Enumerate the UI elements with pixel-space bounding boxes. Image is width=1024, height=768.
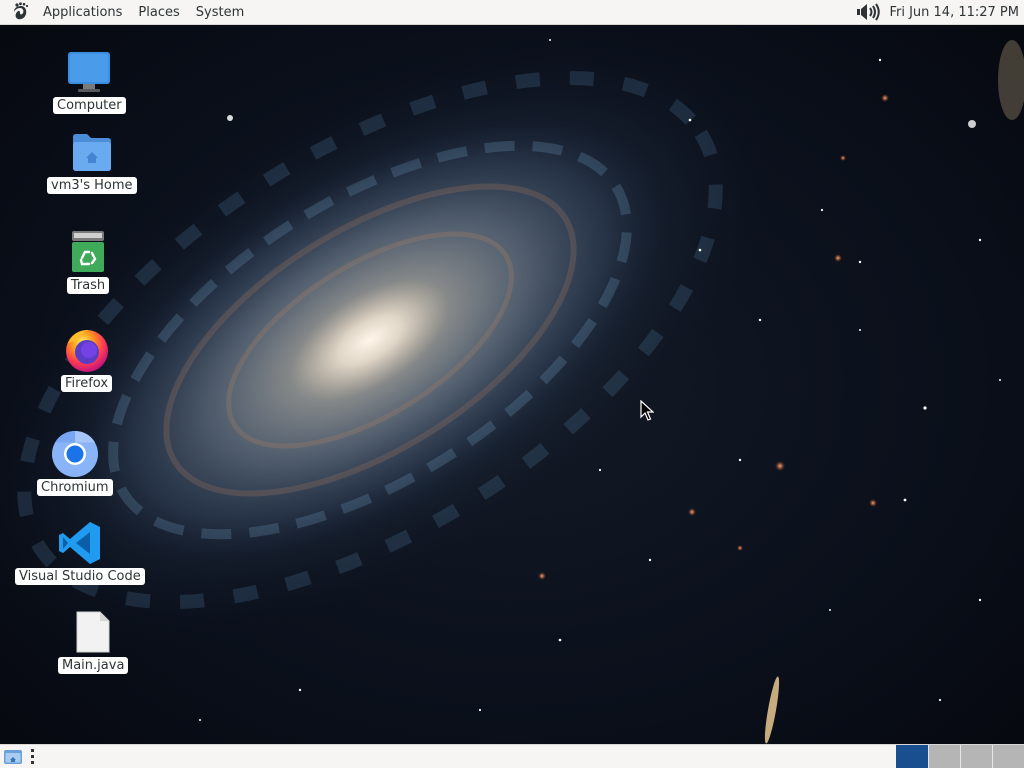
system-menu[interactable]: System (188, 0, 252, 25)
workspace-4[interactable] (992, 745, 1024, 768)
firefox-icon (63, 326, 111, 374)
computer-monitor-icon (65, 48, 113, 96)
applications-menu[interactable]: Applications (35, 0, 130, 25)
desktop-icon-label: Chromium (37, 479, 113, 496)
desktop-icon-label: Computer (53, 97, 126, 114)
chromium-icon (51, 430, 99, 478)
vscode-icon (56, 519, 104, 567)
desktop-icon-label: Visual Studio Code (15, 568, 145, 585)
workspace-switcher (896, 745, 1024, 768)
desktop-icon-label: Firefox (61, 375, 113, 392)
workspace-1[interactable] (896, 745, 928, 768)
desktop-icon-trash[interactable]: Trash (64, 228, 112, 294)
desktop-icon-firefox[interactable]: Firefox (61, 326, 113, 392)
bottom-panel (0, 744, 1024, 768)
desktop[interactable]: Applications Places System Fri Jun 14, 1… (0, 0, 1024, 768)
desktop-icon-computer[interactable]: Computer (53, 48, 126, 114)
panel-drag-handle[interactable] (29, 748, 35, 766)
workspace-3[interactable] (960, 745, 992, 768)
panel-status-area: Fri Jun 14, 11:27 PM (855, 0, 1024, 25)
desktop-icon-label: Trash (66, 277, 110, 294)
trash-bin-icon (64, 228, 112, 276)
desktop-icon-chromium[interactable]: Chromium (37, 430, 113, 496)
speaker-volume-icon[interactable] (855, 1, 885, 23)
panel-clock[interactable]: Fri Jun 14, 11:27 PM (889, 0, 1024, 25)
desktop-icon-home[interactable]: vm3's Home (47, 128, 137, 194)
workspace-2[interactable] (928, 745, 960, 768)
desktop-icon-label: vm3's Home (47, 177, 137, 194)
places-menu[interactable]: Places (130, 0, 187, 25)
desktop-icon-main-java[interactable]: Main.java (58, 608, 129, 674)
desktop-icon-label: Main.java (58, 657, 129, 674)
show-desktop-icon[interactable] (2, 746, 24, 768)
desktop-icon-vscode[interactable]: Visual Studio Code (15, 519, 145, 585)
desktop-wallpaper (0, 0, 1024, 768)
mouse-pointer-icon (640, 400, 654, 421)
home-folder-icon (68, 128, 116, 176)
text-file-icon (69, 608, 117, 656)
gnome-foot-icon[interactable] (10, 1, 32, 23)
top-panel: Applications Places System Fri Jun 14, 1… (0, 0, 1024, 25)
